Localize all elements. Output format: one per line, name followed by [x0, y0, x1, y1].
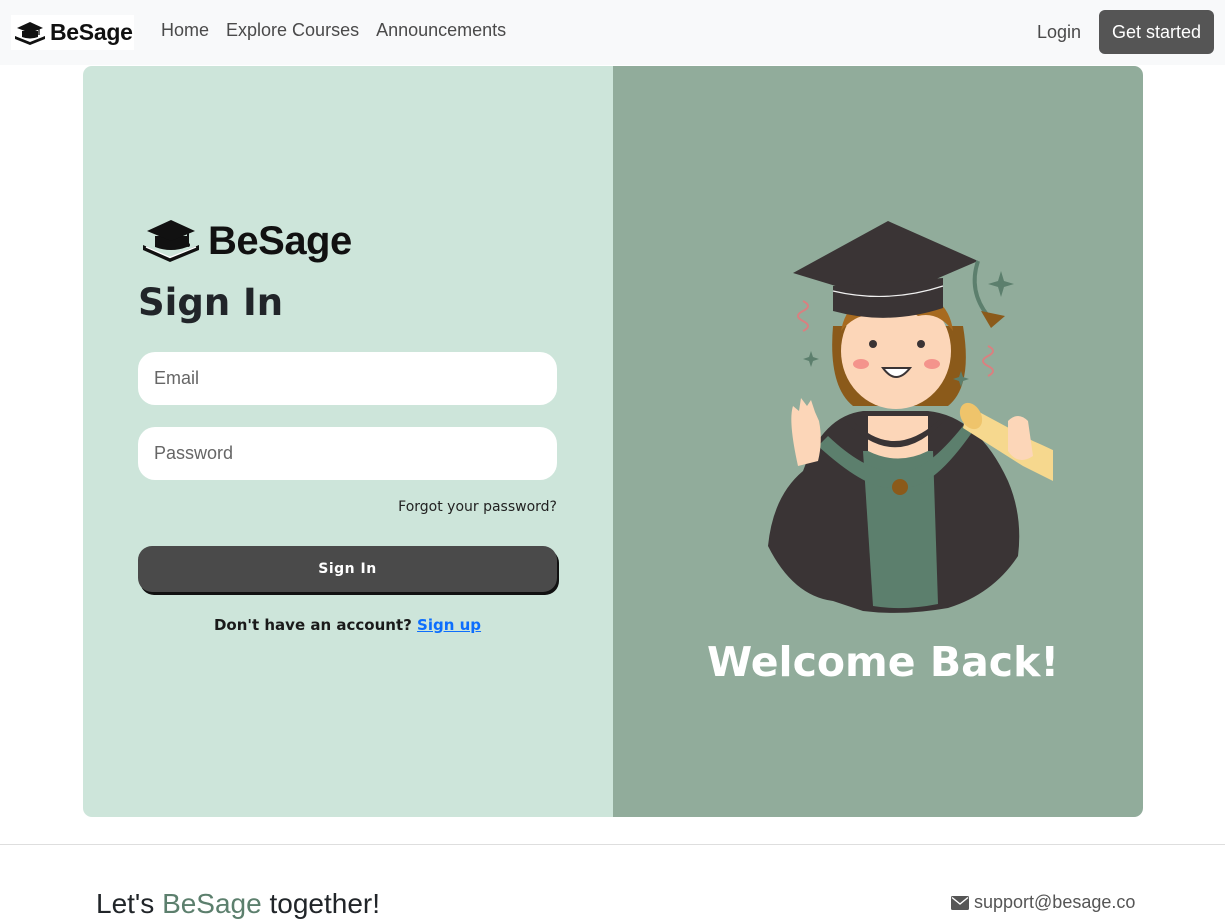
- graduation-cap-book-icon: [143, 220, 199, 262]
- support-email[interactable]: support@besage.co: [974, 892, 1135, 913]
- forgot-password-link[interactable]: Forgot your password?: [398, 499, 557, 515]
- footer-divider: [0, 844, 1225, 845]
- nav-link-explore-courses[interactable]: Explore Courses: [226, 20, 359, 41]
- brand-name: BeSage: [50, 19, 133, 45]
- envelope-icon: [951, 895, 969, 910]
- login-link[interactable]: Login: [1037, 22, 1081, 43]
- sign-up-link[interactable]: Sign up: [417, 616, 481, 634]
- welcome-heading: Welcome Back!: [706, 638, 1060, 686]
- nav-link-home[interactable]: Home: [161, 20, 209, 41]
- signin-card: BeSage Sign In Forgot your password? Sig…: [83, 66, 1143, 817]
- nav-actions: Login Get started: [1037, 10, 1214, 54]
- signup-prompt: Don't have an account? Sign up: [138, 616, 557, 634]
- email-field[interactable]: [138, 352, 557, 405]
- signin-logo: BeSage: [140, 216, 352, 266]
- nav-links: Home Explore Courses Announcements: [161, 20, 523, 41]
- signin-brand-name: BeSage: [208, 218, 352, 263]
- tagline-end: together!: [269, 888, 381, 919]
- page-title: Sign In: [138, 281, 284, 324]
- footer-contact[interactable]: support@besage.co: [951, 892, 1135, 913]
- signin-pane: BeSage Sign In Forgot your password? Sig…: [83, 66, 613, 817]
- graduate-illustration: [768, 221, 1053, 613]
- navbar-brand[interactable]: BeSage: [11, 15, 134, 50]
- no-account-text: Don't have an account?: [213, 616, 412, 634]
- get-started-button[interactable]: Get started: [1099, 10, 1214, 54]
- password-field[interactable]: [138, 427, 557, 480]
- nav-link-announcements[interactable]: Announcements: [376, 20, 506, 41]
- tagline-brand: BeSage: [162, 888, 262, 919]
- tagline-start: Let's: [96, 888, 155, 919]
- welcome-pane: Welcome Back!: [613, 66, 1143, 817]
- navbar: BeSage Home Explore Courses Announcement…: [0, 0, 1225, 65]
- sign-in-button[interactable]: Sign In: [138, 546, 557, 592]
- graduation-cap-book-icon: [15, 21, 45, 45]
- footer-tagline: Let's BeSage together!: [96, 888, 380, 919]
